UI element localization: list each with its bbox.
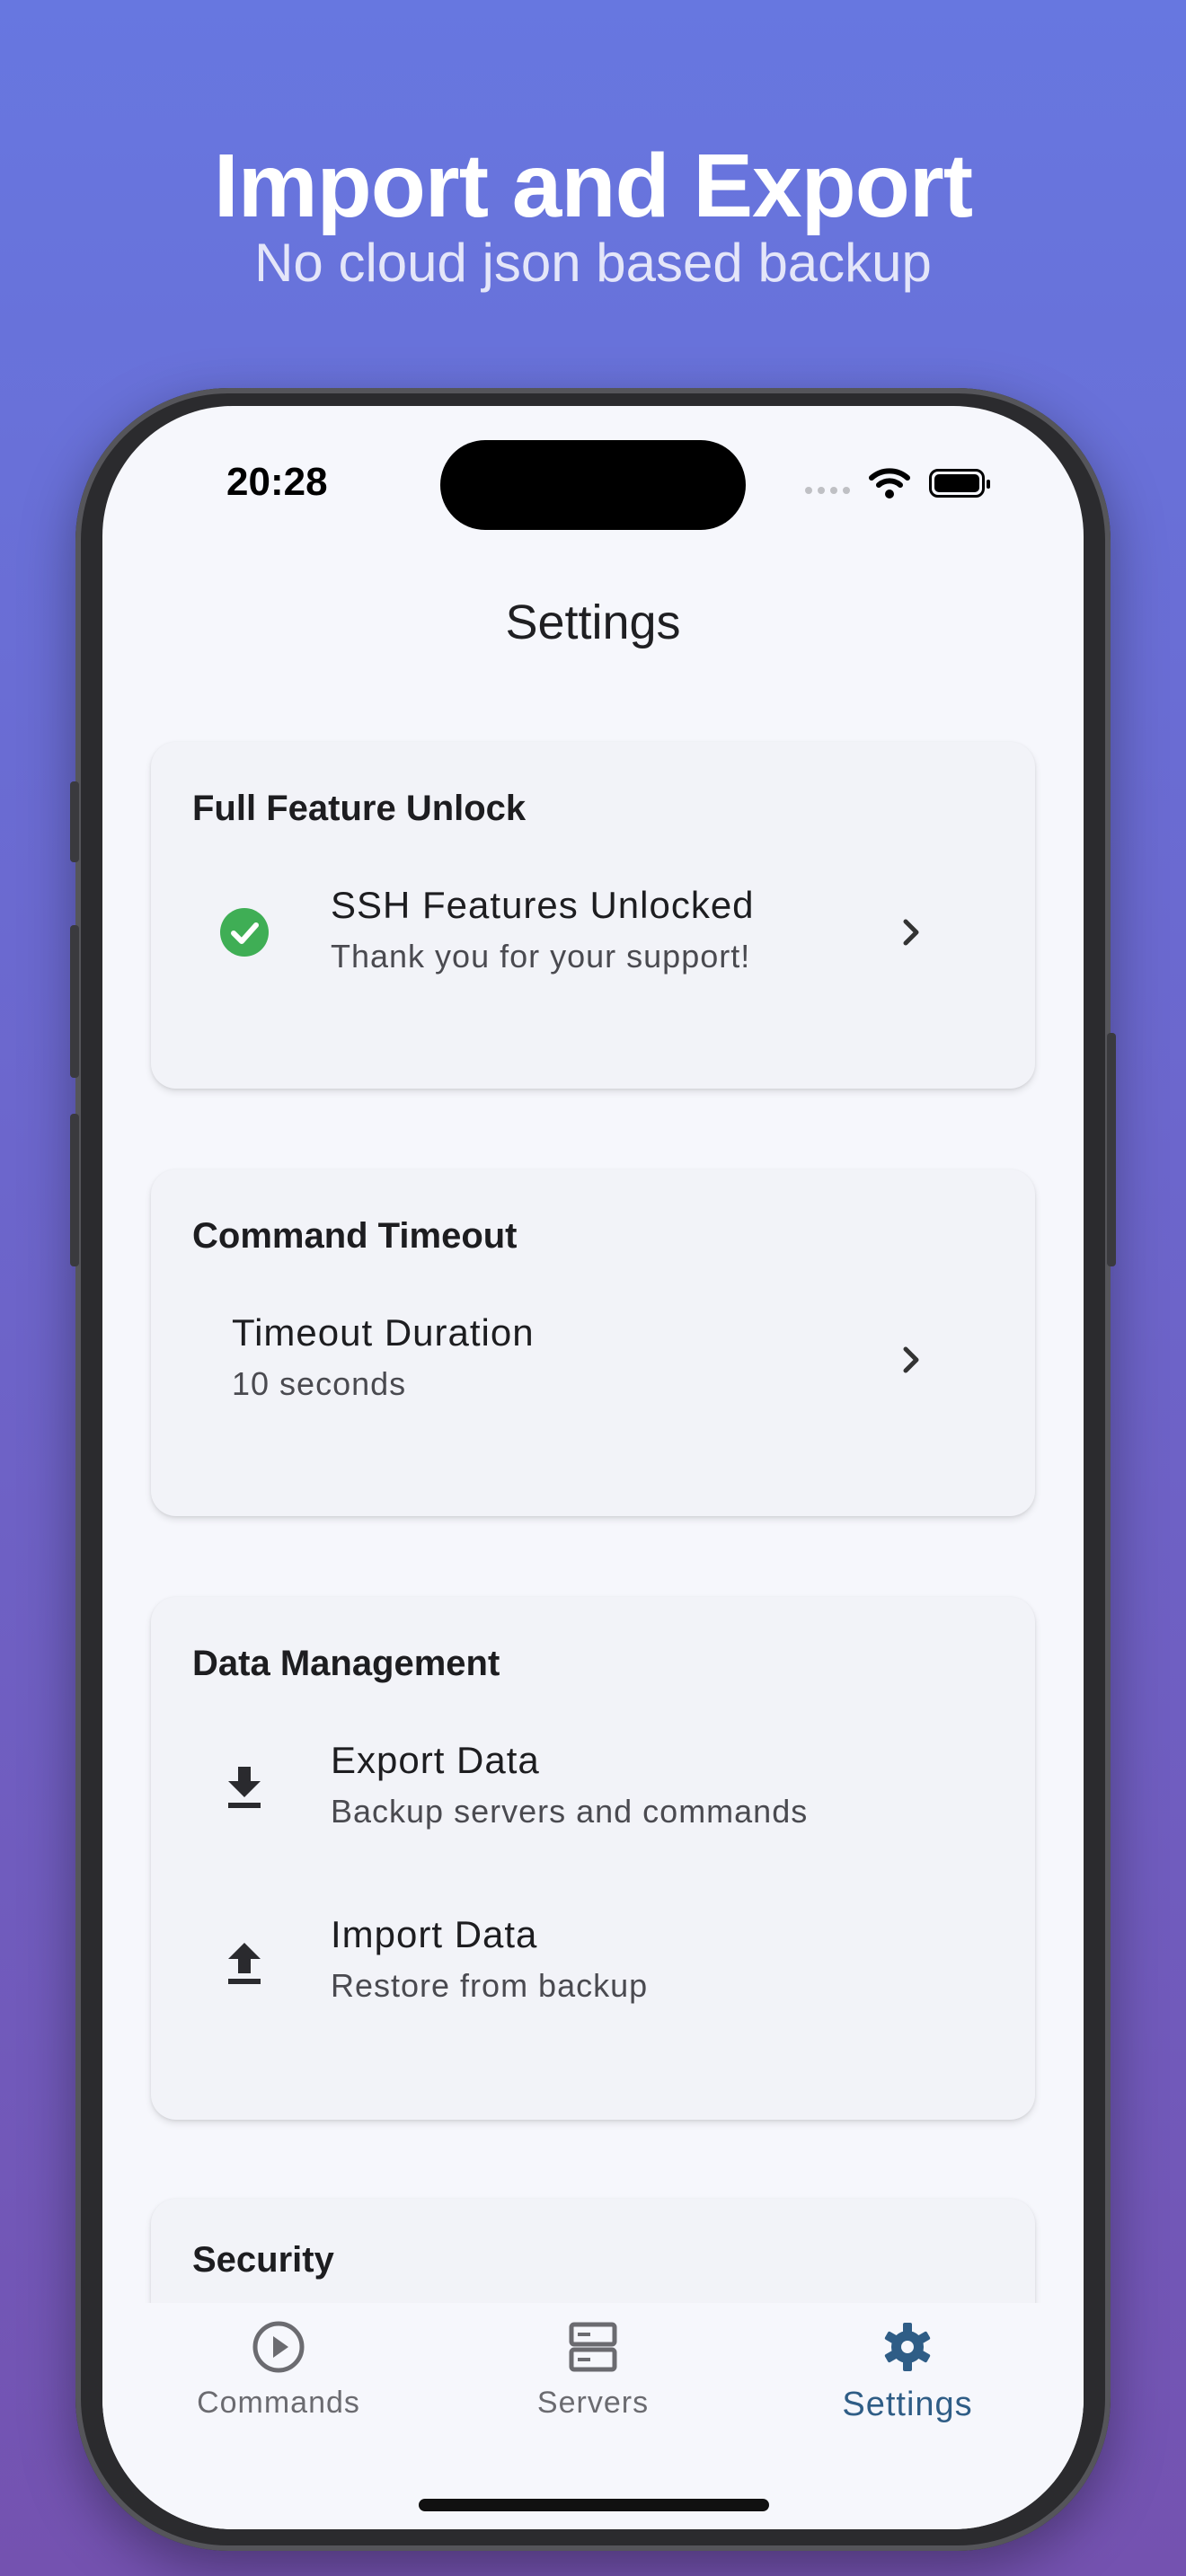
unlock-row[interactable]: SSH Features Unlocked Thank you for your… [151, 862, 1035, 1006]
phone-volume-up [70, 925, 79, 1078]
export-data-row[interactable]: Export Data Backup servers and commands [151, 1717, 1035, 1861]
unlock-row-subtitle: Thank you for your support! [331, 938, 751, 975]
import-data-subtitle: Restore from backup [331, 1967, 649, 2004]
tab-settings[interactable]: Settings [773, 2319, 1042, 2463]
unlock-section-title: Full Feature Unlock [192, 789, 527, 828]
timeout-row-title: Timeout Duration [232, 1311, 535, 1354]
import-data-title: Import Data [331, 1913, 538, 1955]
chevron-right-icon [903, 1346, 919, 1373]
data-section-title: Data Management [192, 1644, 500, 1683]
export-data-subtitle: Backup servers and commands [331, 1793, 809, 1830]
unlock-row-title: SSH Features Unlocked [331, 884, 755, 926]
signal-icon [805, 487, 850, 494]
tab-settings-label: Settings [842, 2386, 973, 2423]
battery-icon [929, 469, 990, 498]
timeout-row-subtitle: 10 seconds [232, 1365, 407, 1402]
timeout-row[interactable]: Timeout Duration 10 seconds [151, 1290, 1035, 1434]
phone-volume-down [70, 1114, 79, 1266]
tab-commands-label: Commands [197, 2386, 360, 2420]
upload-icon [217, 1936, 271, 1990]
tab-bar: Commands Servers Settings [102, 2303, 1084, 2529]
download-icon [217, 1760, 271, 1814]
server-icon [569, 2322, 617, 2372]
phone-screen: 20:28 Settings Full Feature Unlock SSH F… [102, 406, 1084, 2529]
page-title: Settings [505, 595, 681, 649]
check-circle-icon [217, 905, 271, 959]
unlock-card: Full Feature Unlock SSH Features Unlocke… [151, 742, 1035, 1089]
phone-power-button [1107, 1033, 1116, 1266]
play-circle-icon [252, 2321, 305, 2373]
wifi-icon [869, 468, 910, 498]
gear-icon [884, 2323, 931, 2371]
home-indicator [419, 2499, 769, 2511]
phone-side-button [70, 781, 79, 862]
marketing-headline: Import and Export [213, 136, 973, 236]
timeout-card: Command Timeout Timeout Duration 10 seco… [151, 1169, 1035, 1516]
export-data-title: Export Data [331, 1739, 540, 1781]
tab-servers-label: Servers [536, 2386, 650, 2420]
dynamic-island [440, 440, 746, 530]
import-data-row[interactable]: Import Data Restore from backup [151, 1892, 1035, 2035]
marketing-subtitle: No cloud json based backup [254, 233, 932, 293]
security-section-title: Security [192, 2240, 334, 2280]
timeout-section-title: Command Timeout [192, 1216, 518, 1256]
chevron-right-icon [903, 919, 919, 946]
tab-servers[interactable]: Servers [458, 2319, 728, 2463]
data-management-card: Data Management Export Data Backup serve… [151, 1597, 1035, 2120]
status-time: 20:28 [226, 460, 328, 504]
tab-commands[interactable]: Commands [144, 2319, 413, 2463]
